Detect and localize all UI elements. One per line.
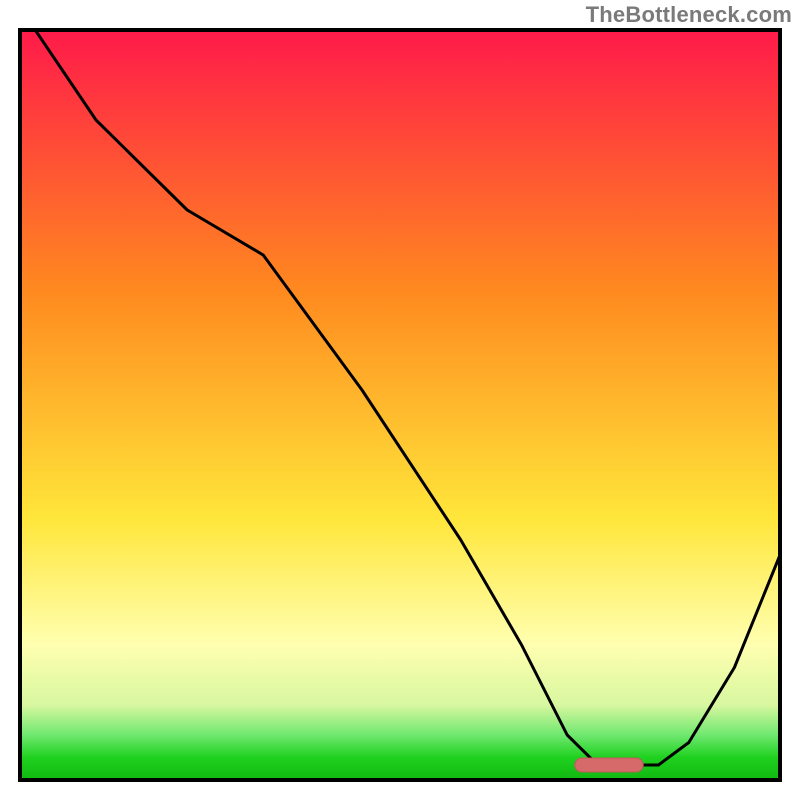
optimal-marker [575, 758, 643, 772]
bottleneck-chart [0, 0, 800, 800]
chart-stage: TheBottleneck.com [0, 0, 800, 800]
watermark-text: TheBottleneck.com [586, 2, 792, 28]
gradient-background [20, 30, 780, 780]
